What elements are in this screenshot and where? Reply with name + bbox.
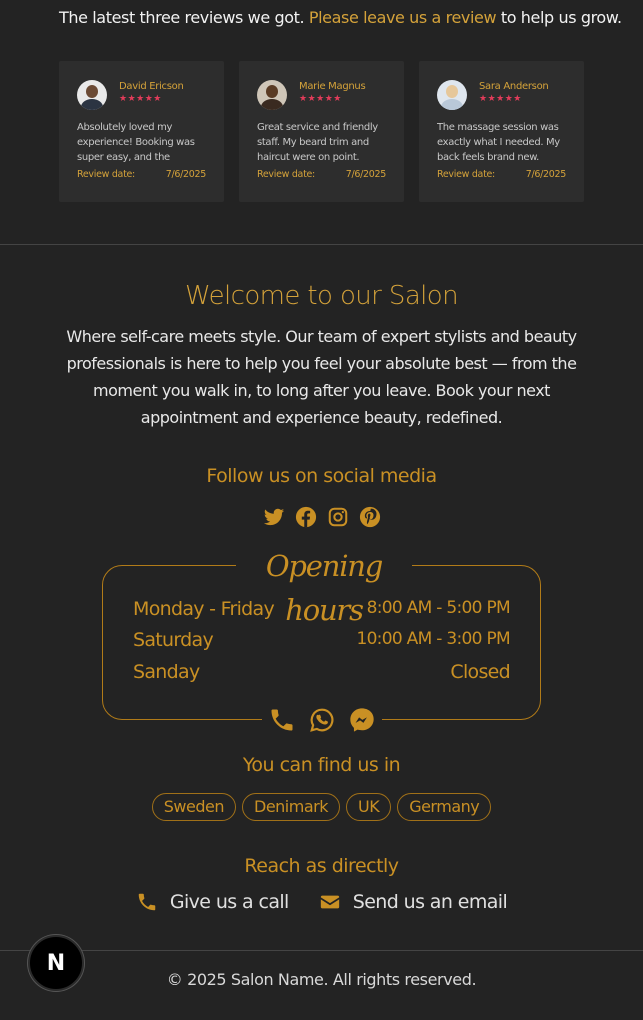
reviewer-avatar xyxy=(257,80,287,110)
messenger-icon[interactable] xyxy=(348,706,376,734)
review-text: The massage session was exactly what I n… xyxy=(437,122,560,163)
review-text: Absolutely loved my experience! Booking … xyxy=(77,122,195,163)
leave-review-link[interactable]: Please leave us a review xyxy=(309,8,497,27)
review-text: Great service and friendly staff. My bea… xyxy=(257,122,378,163)
contact-icons xyxy=(262,704,382,736)
reviews-intro: The latest three reviews we got. Please … xyxy=(59,8,622,27)
review-date: 7/6/2025 xyxy=(165,169,207,180)
follow-title: Follow us on social media xyxy=(206,465,437,487)
rating-stars: ★★★★★ xyxy=(119,94,162,104)
reach-links: Give us a call Send us an email xyxy=(0,891,643,913)
rating-stars: ★★★★★ xyxy=(479,94,522,104)
review-date-label: Review date: xyxy=(77,169,135,180)
email-label: Send us an email xyxy=(352,891,508,913)
reach-title: Reach as directly xyxy=(244,855,399,877)
reviews-intro-suffix: to help us grow. xyxy=(500,8,622,27)
phone-icon[interactable] xyxy=(268,706,296,734)
country-pill[interactable]: UK xyxy=(345,793,392,821)
dev-badge-button[interactable]: N xyxy=(28,935,84,991)
locations-title: You can find us in xyxy=(242,754,401,776)
copyright-text: © 2025 Salon Name. All rights reserved. xyxy=(166,970,477,989)
hours-day: Sanday xyxy=(133,661,200,683)
reviews-intro-text: The latest three reviews we got. xyxy=(59,8,305,27)
review-date-label: Review date: xyxy=(257,169,315,180)
reviewer-name: David Ericson xyxy=(119,81,184,92)
review-card: Marie Magnus ★★★★★ Great service and fri… xyxy=(239,61,404,202)
phone-icon xyxy=(138,893,156,911)
country-pill[interactable]: Denimark xyxy=(242,793,340,821)
facebook-icon[interactable] xyxy=(295,506,317,528)
opening-hours-title: Opening hours xyxy=(236,544,412,627)
hours-row: Saturday 10:00 AM - 3:00 PM xyxy=(133,629,511,651)
pinterest-icon[interactable] xyxy=(359,506,381,528)
social-links xyxy=(0,506,643,528)
call-link[interactable]: Give us a call xyxy=(136,891,289,913)
reviewer-avatar xyxy=(77,80,107,110)
country-pill[interactable]: Sweden xyxy=(151,793,236,821)
whatsapp-icon[interactable] xyxy=(309,707,335,733)
welcome-title: Welcome to our Salon xyxy=(185,281,459,311)
badge-letter: N xyxy=(46,950,66,976)
section-divider xyxy=(0,244,643,245)
review-date: 7/6/2025 xyxy=(345,169,387,180)
hours-day: Monday - Friday xyxy=(133,598,275,620)
reviewer-name: Sara Anderson xyxy=(479,81,549,92)
country-pill[interactable]: Germany xyxy=(397,793,492,821)
review-card: Sara Anderson ★★★★★ The massage session … xyxy=(419,61,584,202)
call-label: Give us a call xyxy=(169,891,289,913)
review-card: David Ericson ★★★★★ Absolutely loved my … xyxy=(59,61,224,202)
footer-divider xyxy=(0,950,643,951)
reviewer-avatar xyxy=(437,80,467,110)
country-list: Sweden Denimark UK Germany xyxy=(0,793,643,821)
hours-time: 8:00 AM - 5:00 PM xyxy=(366,598,511,618)
review-date: 7/6/2025 xyxy=(525,169,567,180)
hours-time: Closed xyxy=(450,661,510,683)
hours-time: 10:00 AM - 3:00 PM xyxy=(356,629,510,649)
instagram-icon[interactable] xyxy=(327,506,349,528)
hours-row: Monday - Friday 8:00 AM - 5:00 PM xyxy=(133,598,511,620)
hours-row: Sanday Closed xyxy=(133,661,511,683)
email-link[interactable]: Send us an email xyxy=(319,891,508,913)
envelope-icon xyxy=(320,895,339,909)
hours-day: Saturday xyxy=(133,629,214,651)
reviewer-name: Marie Magnus xyxy=(299,81,366,92)
review-date-label: Review date: xyxy=(437,169,495,180)
welcome-text: Where self-care meets style. Our team of… xyxy=(66,327,577,427)
twitter-icon[interactable] xyxy=(263,506,285,528)
rating-stars: ★★★★★ xyxy=(299,94,342,104)
